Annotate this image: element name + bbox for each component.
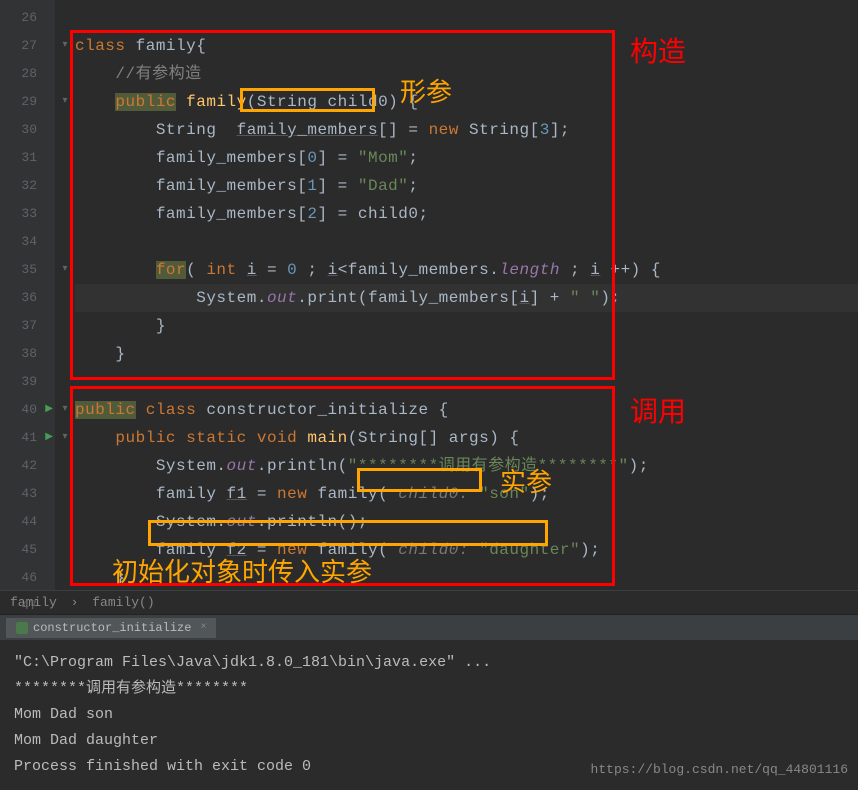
fold-mark[interactable]: [55, 284, 75, 312]
code-line[interactable]: System.out.println();: [75, 508, 858, 536]
line-number: 29: [0, 88, 55, 116]
run-gutter-icon[interactable]: ▶: [45, 424, 53, 452]
fold-mark[interactable]: [55, 116, 75, 144]
code-line[interactable]: //有参构造: [75, 60, 858, 88]
line-number: 31: [0, 144, 55, 172]
code-line[interactable]: }: [75, 340, 858, 368]
line-number: 42: [0, 452, 55, 480]
line-number: 47: [0, 592, 55, 620]
line-number: 43: [0, 480, 55, 508]
line-number: 33: [0, 200, 55, 228]
line-number: 26: [0, 4, 55, 32]
line-gutter: 262728293031323334353637383940▶41▶424344…: [0, 0, 55, 590]
line-number: 27: [0, 32, 55, 60]
fold-mark[interactable]: [55, 60, 75, 88]
code-line[interactable]: for( int i = 0 ; i<family_members.length…: [75, 256, 858, 284]
fold-mark[interactable]: [55, 564, 75, 592]
fold-mark[interactable]: [55, 452, 75, 480]
fold-mark[interactable]: ▾: [55, 256, 75, 284]
close-icon[interactable]: ×: [200, 622, 206, 633]
line-number: 38: [0, 340, 55, 368]
fold-mark[interactable]: [55, 4, 75, 32]
line-number: 40▶: [0, 396, 55, 424]
fold-mark[interactable]: [55, 508, 75, 536]
fold-mark[interactable]: ▾: [55, 396, 75, 424]
code-line[interactable]: class family{: [75, 32, 858, 60]
line-number: 36: [0, 284, 55, 312]
fold-mark[interactable]: [55, 228, 75, 256]
fold-column: ▾▾▾▾▾: [55, 0, 75, 590]
line-number: 30: [0, 116, 55, 144]
code-line[interactable]: [75, 228, 858, 256]
run-gutter-icon[interactable]: ▶: [45, 396, 53, 424]
code-content[interactable]: class family{ //有参构造 public family(Strin…: [75, 0, 858, 590]
code-line[interactable]: family_members[2] = child0;: [75, 200, 858, 228]
fold-mark[interactable]: [55, 172, 75, 200]
fold-mark[interactable]: [55, 144, 75, 172]
code-line[interactable]: }: [75, 312, 858, 340]
console-tab-label: constructor_initialize: [33, 621, 191, 635]
code-line[interactable]: public class constructor_initialize {: [75, 396, 858, 424]
code-line[interactable]: public family(String child0) {: [75, 88, 858, 116]
fold-mark[interactable]: ▾: [55, 88, 75, 116]
code-line[interactable]: System.out.println("********调用有参构造******…: [75, 452, 858, 480]
code-line[interactable]: String family_members[] = new String[3];: [75, 116, 858, 144]
fold-mark[interactable]: [55, 200, 75, 228]
fold-mark[interactable]: [55, 368, 75, 396]
fold-mark[interactable]: ▾: [55, 424, 75, 452]
line-number: 32: [0, 172, 55, 200]
fold-mark[interactable]: [55, 480, 75, 508]
console-line: Mom Dad son: [14, 702, 844, 728]
code-line[interactable]: family f1 = new family( child0: "son");: [75, 480, 858, 508]
code-line[interactable]: family_members[0] = "Mom";: [75, 144, 858, 172]
code-editor[interactable]: 262728293031323334353637383940▶41▶424344…: [0, 0, 858, 590]
code-line[interactable]: System.out.print(family_members[i] + " "…: [75, 284, 858, 312]
console-line: "C:\Program Files\Java\jdk1.8.0_181\bin\…: [14, 650, 844, 676]
console-line: Mom Dad daughter: [14, 728, 844, 754]
line-number: 41▶: [0, 424, 55, 452]
code-line[interactable]: [75, 368, 858, 396]
code-line[interactable]: family f2 = new family( child0: "daughte…: [75, 536, 858, 564]
code-line[interactable]: }: [75, 564, 858, 592]
console-tab-item[interactable]: constructor_initialize ×: [6, 618, 216, 638]
line-number: 37: [0, 312, 55, 340]
console-line: ********调用有参构造********: [14, 676, 844, 702]
code-line[interactable]: [75, 4, 858, 32]
line-number: 39: [0, 368, 55, 396]
fold-mark[interactable]: [55, 592, 75, 620]
line-number: 28: [0, 60, 55, 88]
code-line[interactable]: family_members[1] = "Dad";: [75, 172, 858, 200]
line-number: 46: [0, 564, 55, 592]
code-line[interactable]: public static void main(String[] args) {: [75, 424, 858, 452]
line-number: 34: [0, 228, 55, 256]
fold-mark[interactable]: ▾: [55, 32, 75, 60]
fold-mark[interactable]: [55, 312, 75, 340]
code-line[interactable]: [75, 592, 858, 620]
watermark: https://blog.csdn.net/qq_44801116: [591, 762, 848, 777]
line-number: 35: [0, 256, 55, 284]
line-number: 44: [0, 508, 55, 536]
run-icon: [16, 622, 28, 634]
fold-mark[interactable]: [55, 340, 75, 368]
line-number: 45: [0, 536, 55, 564]
fold-mark[interactable]: [55, 536, 75, 564]
